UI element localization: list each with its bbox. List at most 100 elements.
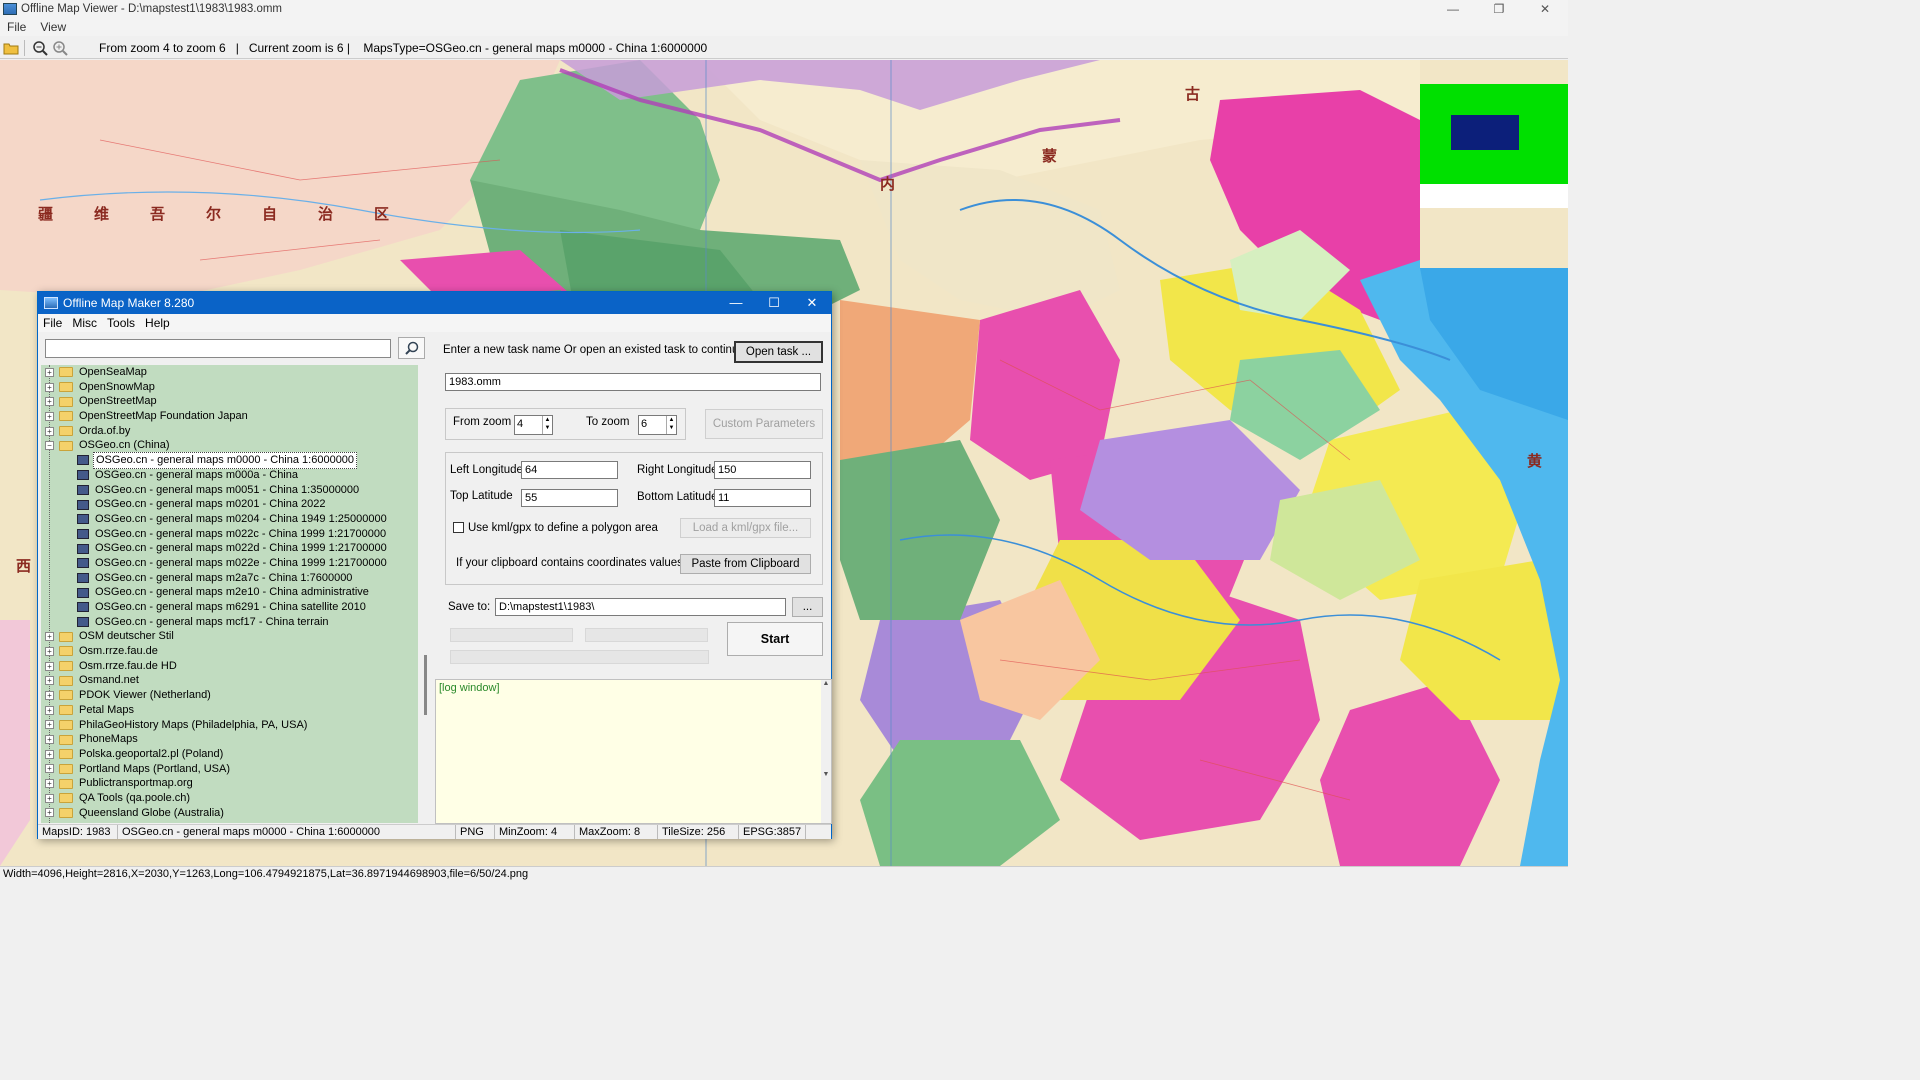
map-layer-icon (77, 572, 89, 583)
map-source-tree[interactable]: + OpenSeaMap + OpenSnowMap + OpenStreetMap + Op… (41, 365, 418, 823)
dialog-minimize-button[interactable]: — (717, 292, 755, 314)
task-name-field[interactable]: 1983.omm (445, 373, 821, 391)
right-longitude-field[interactable]: 150 (714, 461, 811, 479)
custom-parameters-button[interactable]: Custom Parameters (705, 409, 823, 439)
open-folder-icon[interactable] (2, 39, 20, 57)
tree-folder-item[interactable]: + Queensland Globe (Australia) (41, 806, 418, 821)
zoom-out-icon[interactable] (31, 39, 49, 57)
tree-scroll-thumb[interactable] (424, 655, 427, 715)
bottom-latitude-field[interactable]: 11 (714, 489, 811, 507)
expander-icon[interactable]: + (45, 661, 54, 671)
stepper-arrows-icon[interactable]: ▲ ▼ (542, 416, 552, 434)
tree-folder-item[interactable]: + OpenSeaMap (41, 365, 418, 380)
minimap-viewport[interactable] (1451, 115, 1519, 150)
tree-folder-item[interactable]: + PhilaGeoHistory Maps (Philadelphia, PA,… (41, 718, 418, 733)
dialog-close-button[interactable]: ✕ (793, 292, 831, 314)
tree-folder-item[interactable]: + QA Tools (qa.poole.ch) (41, 791, 418, 806)
tree-folder-item[interactable]: + OpenSnowMap (41, 380, 418, 395)
paste-from-clipboard-button[interactable]: Paste from Clipboard (680, 554, 811, 574)
expander-icon[interactable]: − (45, 441, 54, 451)
dialog-menu-tools[interactable]: Tools (102, 316, 140, 330)
tree-map-item[interactable]: OSGeo.cn - general maps m2a7c - China 1:… (41, 571, 418, 586)
open-task-button[interactable]: Open task ... (734, 341, 823, 363)
to-zoom-stepper[interactable]: 6 ▲ ▼ (638, 415, 677, 435)
tree-folder-item[interactable]: + Portland Maps (Portland, USA) (41, 762, 418, 777)
expander-icon[interactable]: + (45, 705, 54, 715)
expander-icon[interactable]: + (45, 690, 54, 700)
tree-map-item[interactable]: OSGeo.cn - general maps m2e10 - China ad… (41, 585, 418, 600)
expander-icon[interactable]: + (45, 764, 54, 774)
tree-folder-item[interactable]: + Osm.rrze.fau.de (41, 644, 418, 659)
expander-icon[interactable]: + (45, 382, 54, 392)
restore-button[interactable]: ❐ (1476, 0, 1522, 18)
main-toolbar: From zoom 4 to zoom 6 | Current zoom is … (0, 37, 1568, 59)
tree-folder-item[interactable]: + Osm.rrze.fau.de HD (41, 659, 418, 674)
expander-icon[interactable]: + (45, 676, 54, 686)
tree-folder-item[interactable]: + Osmand.net (41, 673, 418, 688)
search-button[interactable] (398, 337, 425, 359)
start-button[interactable]: Start (727, 622, 823, 656)
log-scrollbar[interactable]: ▲ ▼ (821, 680, 831, 823)
overview-minimap[interactable] (1420, 84, 1568, 184)
dialog-menu-misc[interactable]: Misc (67, 316, 102, 330)
tree-map-item[interactable]: OSGeo.cn - general maps mcf17 - China te… (41, 615, 418, 630)
log-window[interactable]: [log window] ▲ ▼ (435, 679, 832, 824)
tree-folder-item[interactable]: + Orda.of.by (41, 424, 418, 439)
tree-scrollbar[interactable] (421, 365, 431, 823)
menu-view[interactable]: View (33, 20, 73, 34)
tree-map-item[interactable]: OSGeo.cn - general maps m0051 - China 1:… (41, 483, 418, 498)
tree-folder-item[interactable]: − OSGeo.cn (China) (41, 438, 418, 453)
zoom-in-icon[interactable] (51, 39, 69, 57)
dialog-maximize-button[interactable]: ☐ (755, 292, 793, 314)
expander-icon[interactable]: + (45, 779, 54, 789)
dialog-menu-help[interactable]: Help (140, 316, 175, 330)
expander-icon[interactable]: + (45, 411, 54, 421)
progress-bar (450, 628, 573, 642)
tree-map-item[interactable]: OSGeo.cn - general maps m022e - China 19… (41, 556, 418, 571)
tree-folder-item[interactable]: + Publictransportmap.org (41, 776, 418, 791)
tree-folder-item[interactable]: + Polska.geoportal2.pl (Poland) (41, 747, 418, 762)
expander-icon[interactable]: + (45, 632, 54, 642)
tree-folder-item[interactable]: + PhoneMaps (41, 732, 418, 747)
from-zoom-stepper[interactable]: 4 ▲ ▼ (514, 415, 553, 435)
tree-folder-item[interactable]: + PDOK Viewer (Netherland) (41, 688, 418, 703)
tree-folder-item[interactable]: + OSM deutscher Stil (41, 629, 418, 644)
minimize-button[interactable]: — (1430, 0, 1476, 18)
tree-map-item[interactable]: OSGeo.cn - general maps m6291 - China sa… (41, 600, 418, 615)
map-source-pane: + OpenSeaMap + OpenSnowMap + OpenStreetMap + Op… (41, 334, 431, 824)
tree-map-item[interactable]: OSGeo.cn - general maps m0204 - China 19… (41, 512, 418, 527)
search-input[interactable] (45, 339, 391, 358)
tree-folder-item[interactable]: + OpenStreetMap (41, 394, 418, 409)
tree-folder-item[interactable]: + Petal Maps (41, 703, 418, 718)
left-longitude-field[interactable]: 64 (521, 461, 618, 479)
load-kml-button[interactable]: Load a kml/gpx file... (680, 518, 811, 538)
folder-icon (59, 705, 73, 716)
tree-folder-item[interactable]: + OpenStreetMap Foundation Japan (41, 409, 418, 424)
expander-icon[interactable]: + (45, 367, 54, 377)
tree-map-item[interactable]: OSGeo.cn - general maps m0201 - China 20… (41, 497, 418, 512)
expander-icon[interactable]: + (45, 646, 54, 656)
tree-map-item[interactable]: OSGeo.cn - general maps m000a - China (41, 468, 418, 483)
expander-icon[interactable]: + (45, 749, 54, 759)
tree-map-item[interactable]: OSGeo.cn - general maps m0000 - China 1:… (41, 452, 418, 469)
main-status-bar: Width=4096,Height=2816,X=2030,Y=1263,Lon… (0, 866, 1568, 882)
close-button[interactable]: ✕ (1522, 0, 1568, 18)
expander-icon[interactable]: + (45, 720, 54, 730)
expander-icon[interactable]: + (45, 793, 54, 803)
tree-map-item[interactable]: OSGeo.cn - general maps m022c - China 19… (41, 527, 418, 542)
expander-icon[interactable]: + (45, 735, 54, 745)
browse-button[interactable]: ... (792, 597, 823, 617)
dialog-menu-file[interactable]: File (38, 316, 67, 330)
use-kml-checkbox[interactable] (453, 522, 464, 533)
tile-size: TileSize: 256 (658, 825, 739, 839)
expander-icon[interactable]: + (45, 426, 54, 436)
expander-icon[interactable]: + (45, 808, 54, 818)
dialog-title-bar[interactable]: Offline Map Maker 8.280 — ☐ ✕ (38, 292, 831, 314)
expander-icon[interactable]: + (45, 397, 54, 407)
stepper-arrows-icon[interactable]: ▲ ▼ (666, 416, 676, 434)
menu-file[interactable]: File (0, 20, 33, 34)
from-zoom-value: 4 (517, 418, 524, 430)
top-latitude-field[interactable]: 55 (521, 489, 618, 507)
save-path-field[interactable]: D:\mapstest1\1983\ (495, 598, 786, 616)
tree-map-item[interactable]: OSGeo.cn - general maps m022d - China 19… (41, 541, 418, 556)
